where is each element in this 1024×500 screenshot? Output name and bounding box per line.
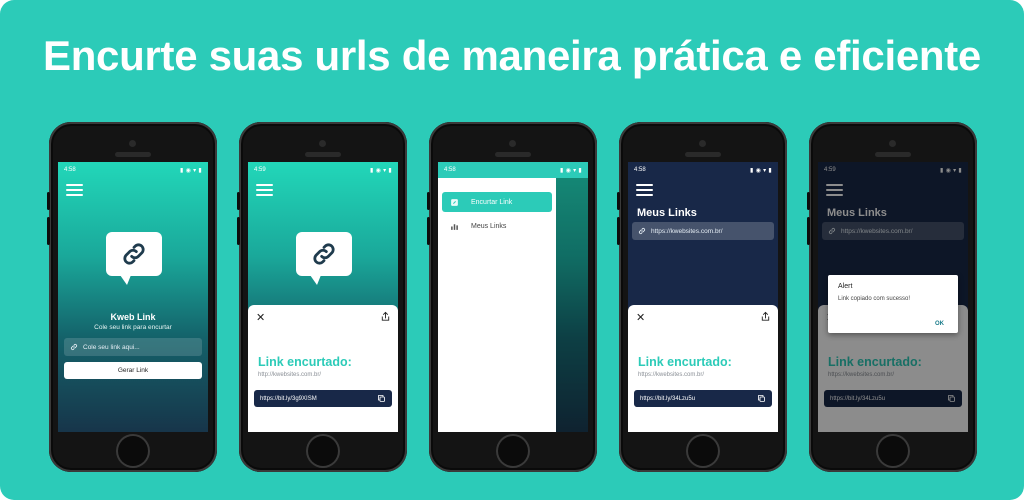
result-sheet: ✕ Link encurtado: http://kwebsites.com.b… <box>248 305 398 432</box>
promo-banner: Encurte suas urls de maneira prática e e… <box>0 0 1024 500</box>
screen-drawer: 4:58 ▮ ◉ ▾ ▮ Encurtar Link Meus Links <box>438 162 588 432</box>
hamburger-menu-icon[interactable] <box>636 184 653 196</box>
home-button[interactable] <box>118 436 148 466</box>
alert-dialog: Alert Link copiado com sucesso! OK <box>828 275 958 333</box>
phone-alert: 4:59 ▮ ◉ ▾ ▮ Meus Links https://kwebsite… <box>807 122 977 472</box>
status-bar: 4:58 ▮ ◉ ▾ ▮ <box>58 162 208 178</box>
original-url: http://kwebsites.com.br/ <box>258 372 322 378</box>
logo-chat-link-icon <box>296 232 352 285</box>
status-icons: ▮ ◉ ▾ ▮ <box>750 168 772 174</box>
alert-title: Alert <box>838 283 853 290</box>
screen-home: 4:58 ▮ ◉ ▾ ▮ Kweb Link Cole seu link par… <box>58 162 208 432</box>
url-input-placeholder: Cole seu link aqui... <box>83 343 140 351</box>
hamburger-menu-icon[interactable] <box>256 184 273 196</box>
link-icon <box>638 227 646 235</box>
share-icon[interactable] <box>380 311 391 322</box>
drawer-item-label: Encurtar Link <box>471 198 513 206</box>
home-button[interactable] <box>308 436 338 466</box>
copy-icon[interactable] <box>757 394 766 403</box>
phone-result: 4:59 ▮ ◉ ▾ ▮ ✕ Link encurtado: http://kw… <box>237 122 407 472</box>
hamburger-menu-icon[interactable] <box>66 184 83 196</box>
home-button[interactable] <box>688 436 718 466</box>
logo-chat-link-icon <box>106 232 162 285</box>
status-time: 4:59 <box>254 167 266 173</box>
navigation-drawer: Encurtar Link Meus Links <box>438 178 556 432</box>
status-icons: ▮ ◉ ▾ ▮ <box>560 168 582 174</box>
page-title: Meus Links <box>637 207 697 219</box>
screen-result: 4:59 ▮ ◉ ▾ ▮ ✕ Link encurtado: http://kw… <box>248 162 398 432</box>
phone-home: 4:58 ▮ ◉ ▾ ▮ Kweb Link Cole seu link par… <box>47 122 217 472</box>
original-url: https://kwebsites.com.br/ <box>638 372 705 378</box>
alert-message: Link copiado com sucesso! <box>838 296 911 302</box>
app-name: Kweb Link <box>110 312 156 322</box>
copy-icon[interactable] <box>377 394 386 403</box>
headline: Encurte suas urls de maneira prática e e… <box>42 32 981 79</box>
drawer-item-label: Meus Links <box>471 222 507 230</box>
short-link-label: Link encurtado: <box>638 355 732 369</box>
status-time: 4:58 <box>634 167 646 173</box>
camera-icon <box>129 140 136 147</box>
status-bar: 4:59 ▮ ◉ ▾ ▮ <box>248 162 398 178</box>
link-box-icon <box>451 198 458 206</box>
my-link-item[interactable]: https://kwebsites.com.br/ <box>632 222 774 240</box>
screen-alert: 4:59 ▮ ◉ ▾ ▮ Meus Links https://kwebsite… <box>818 162 968 432</box>
my-link-url: https://kwebsites.com.br/ <box>651 227 723 235</box>
drawer-item-encurtar-link[interactable]: Encurtar Link <box>442 192 552 212</box>
generate-link-button[interactable]: Gerar Link <box>64 362 202 379</box>
short-link-label: Link encurtado: <box>258 355 352 369</box>
result-sheet: ✕ Link encurtado: https://kwebsites.com.… <box>628 305 778 432</box>
app-subtitle: Cole seu link para encurtar <box>94 324 172 331</box>
close-icon[interactable]: ✕ <box>256 311 265 324</box>
short-url: https://bit.ly/3g9XISM <box>260 395 317 402</box>
alert-ok-button[interactable]: OK <box>935 321 944 327</box>
screen-my-links: 4:58 ▮ ◉ ▾ ▮ Meus Links https://kwebsite… <box>628 162 778 432</box>
url-input[interactable]: Cole seu link aqui... <box>64 338 202 356</box>
short-url-box[interactable]: https://bit.ly/34Lzu5u <box>634 390 772 407</box>
link-icon <box>70 343 78 351</box>
chart-icon <box>451 223 458 230</box>
drawer-item-meus-links[interactable]: Meus Links <box>442 216 552 236</box>
phone-drawer: 4:58 ▮ ◉ ▾ ▮ Encurtar Link Meus Links <box>427 122 597 472</box>
home-button[interactable] <box>878 436 908 466</box>
close-icon[interactable]: ✕ <box>636 311 645 324</box>
home-button[interactable] <box>498 436 528 466</box>
status-icons: ▮ ◉ ▾ ▮ <box>180 168 202 174</box>
status-icons: ▮ ◉ ▾ ▮ <box>370 168 392 174</box>
short-url: https://bit.ly/34Lzu5u <box>640 395 696 402</box>
phone-my-links: 4:58 ▮ ◉ ▾ ▮ Meus Links https://kwebsite… <box>617 122 787 472</box>
speaker <box>115 152 151 157</box>
status-time: 4:58 <box>64 167 76 173</box>
status-time: 4:58 <box>444 167 456 173</box>
short-url-box[interactable]: https://bit.ly/3g9XISM <box>254 390 392 407</box>
share-icon[interactable] <box>760 311 771 322</box>
status-bar: 4:58 ▮ ◉ ▾ ▮ <box>628 162 778 178</box>
status-bar: 4:58 ▮ ◉ ▾ ▮ <box>438 162 588 178</box>
